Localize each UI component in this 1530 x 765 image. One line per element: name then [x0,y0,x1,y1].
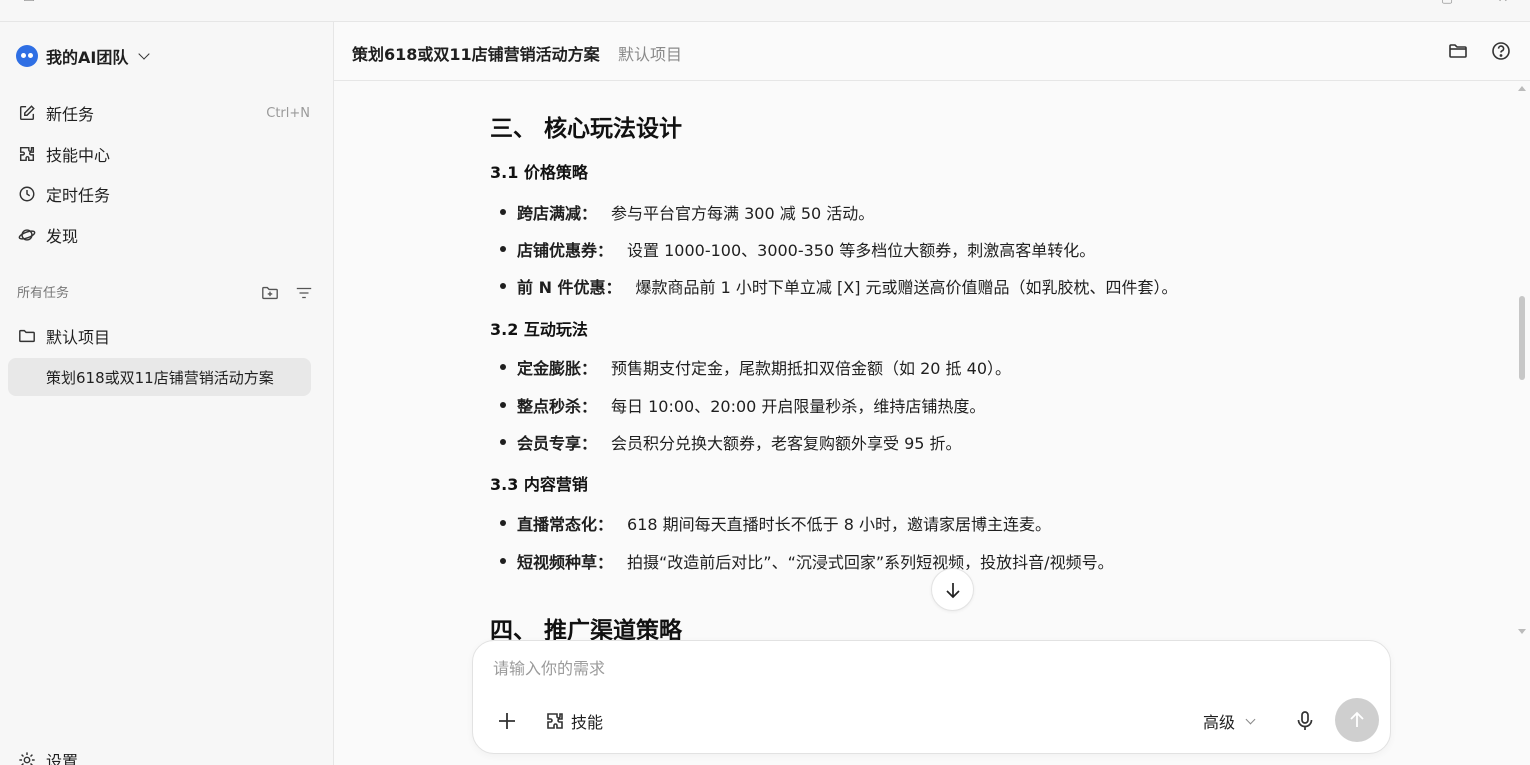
scroll-to-bottom-button[interactable] [931,568,974,611]
list-item-text: 会员积分兑换大额券，老客复购额外享受 95 折。 [611,434,962,453]
team-name: 我的AI团队 [46,48,129,67]
list-item-term: 定金膨胀： [517,359,598,378]
list-item-term: 直播常态化： [517,515,614,534]
sidebar-item-project[interactable]: 默认项目 [8,318,318,354]
list-item: 定金膨胀： 预售期支付定金，尾款期抵扣双倍金额（如 20 抵 40）。 [500,355,1011,379]
plus-icon[interactable] [495,709,519,733]
list-item-text: 618 期间每天直播时长不低于 8 小时，邀请家居博主连麦。 [627,515,1051,534]
prompt-input[interactable] [493,659,1353,678]
sidebar-task-active[interactable]: 策划618或双11店铺营销活动方案 [8,358,311,396]
project-tag[interactable]: 默认项目 [618,41,682,65]
edit-icon [19,105,35,121]
section-heading-channels: 四、 推广渠道策略 [490,618,683,640]
scroll-up-arrow[interactable] [1518,86,1526,91]
sidebar: 我的AI团队 新任务 Ctrl+N 技能中心 定时任务 发现 所有任务 默认项目 [0,22,334,765]
list-item-term: 前 N 件优惠： [517,278,622,297]
planet-icon [18,229,36,241]
help-icon[interactable] [1491,41,1511,61]
skill-label: 技能 [571,713,604,732]
folder-icon[interactable] [1448,41,1468,61]
list-item-term: 整点秒杀： [517,397,598,416]
skill-button[interactable]: 技能 [545,709,603,733]
subsection-heading: 3.1 价格策略 [490,163,588,182]
shortcut-hint: Ctrl+N [266,105,310,121]
gear-icon [19,752,35,765]
chevron-down-icon [138,48,151,60]
all-tasks-label: 所有任务 [17,286,70,301]
new-folder-icon[interactable] [261,284,279,302]
list-item-text: 设置 1000-100、3000-350 等多档位大额券，刺激高客单转化。 [627,241,1096,260]
sidebar-item-label: 定时任务 [46,186,111,205]
list-item-term: 跨店满减： [517,204,598,223]
subsection-heading: 3.3 内容营销 [490,475,588,494]
list-item: 前 N 件优惠： 爆款商品前 1 小时下单立减 [X] 元或赠送高价值赠品（如乳胶… [500,274,1178,298]
list-item-text: 拍摄“改造前后对比”、“沉浸式回家”系列短视频，投放抖音/视频号。 [627,553,1114,572]
sidebar-item-label: 技能中心 [46,146,111,165]
sidebar-item-scheduled[interactable]: 定时任务 [8,176,318,212]
close-icon[interactable]: ✕ [1496,0,1510,6]
mode-dropdown[interactable]: 高级 [1203,709,1256,733]
list-item-term: 会员专享： [517,434,598,453]
project-name: 默认项目 [46,328,111,347]
puzzle-icon [19,146,35,162]
list-item: 直播常态化： 618 期间每天直播时长不低于 8 小时，邀请家居博主连麦。 [500,511,1051,535]
arrow-up-icon [1350,711,1364,727]
microphone-icon[interactable] [1293,709,1317,733]
settings-label: 设置 [46,752,79,765]
list-item-text: 爆款商品前 1 小时下单立减 [X] 元或赠送高价值赠品（如乳胶枕、四件套）。 [635,278,1178,297]
main-header: 策划618或双11店铺营销活动方案 默认项目 [334,22,1530,81]
list-item: 跨店满减： 参与平台官方每满 300 减 50 活动。 [500,200,874,224]
send-button[interactable] [1335,698,1379,742]
puzzle-icon [547,713,563,729]
scroll-down-arrow[interactable] [1518,629,1526,634]
subsection-heading: 3.2 互动玩法 [490,320,588,339]
list-item: 会员专享： 会员积分兑换大额券，老客复购额外享受 95 折。 [500,430,962,454]
folder-icon [19,329,35,343]
team-avatar-icon [16,45,38,67]
scrollbar-thumb[interactable] [1519,296,1525,380]
clock-icon [19,186,35,202]
list-item-text: 预售期支付定金，尾款期抵扣双倍金额（如 20 抵 40）。 [611,359,1011,378]
task-title: 策划618或双11店铺营销活动方案 [352,45,600,64]
chevron-down-icon [1245,714,1256,724]
mode-label: 高级 [1203,713,1236,732]
list-item-term: 短视频种草： [517,553,614,572]
window-titlebar: ▭ ▢ ✕ [0,0,1530,22]
list-item: 整点秒杀： 每日 10:00、20:00 开启限量秒杀，维持店铺热度。 [500,393,985,417]
sidebar-item-label: 新任务 [46,105,95,124]
list-item-text: 参与平台官方每满 300 减 50 活动。 [611,204,875,223]
sidebar-item-discover[interactable]: 发现 [8,217,318,253]
team-switcher[interactable]: 我的AI团队 [16,44,151,68]
list-item: 短视频种草： 拍摄“改造前后对比”、“沉浸式回家”系列短视频，投放抖音/视频号。 [500,549,1114,573]
sidebar-item-label: 发现 [46,227,79,246]
app-window: ▭ ▢ ✕ 我的AI团队 新任务 Ctrl+N 技能中心 定时任务 发现 所有任… [0,0,1530,765]
arrow-down-icon [945,582,960,598]
list-item-text: 每日 10:00、20:00 开启限量秒杀，维持店铺热度。 [611,397,986,416]
list-item-term: 店铺优惠券： [517,241,614,260]
list-item: 店铺优惠券： 设置 1000-100、3000-350 等多档位大额券，刺激高客单… [500,237,1095,261]
sidebar-item-new-task[interactable]: 新任务 Ctrl+N [8,95,318,131]
settings-button[interactable]: 设置 [8,748,78,765]
composer: 技能 高级 [472,640,1391,754]
sidebar-item-skills[interactable]: 技能中心 [8,136,318,172]
section-heading-core: 三、 核心玩法设计 [490,116,683,142]
sidebar-toggle-icon[interactable]: ▭ [22,0,36,6]
filter-icon[interactable] [295,284,313,302]
section-actions [261,284,313,302]
document-view: 三、 核心玩法设计 3.1 价格策略 跨店满减： 参与平台官方每满 300 减 5… [490,82,1490,640]
maximize-icon[interactable]: ▢ [1440,0,1454,6]
